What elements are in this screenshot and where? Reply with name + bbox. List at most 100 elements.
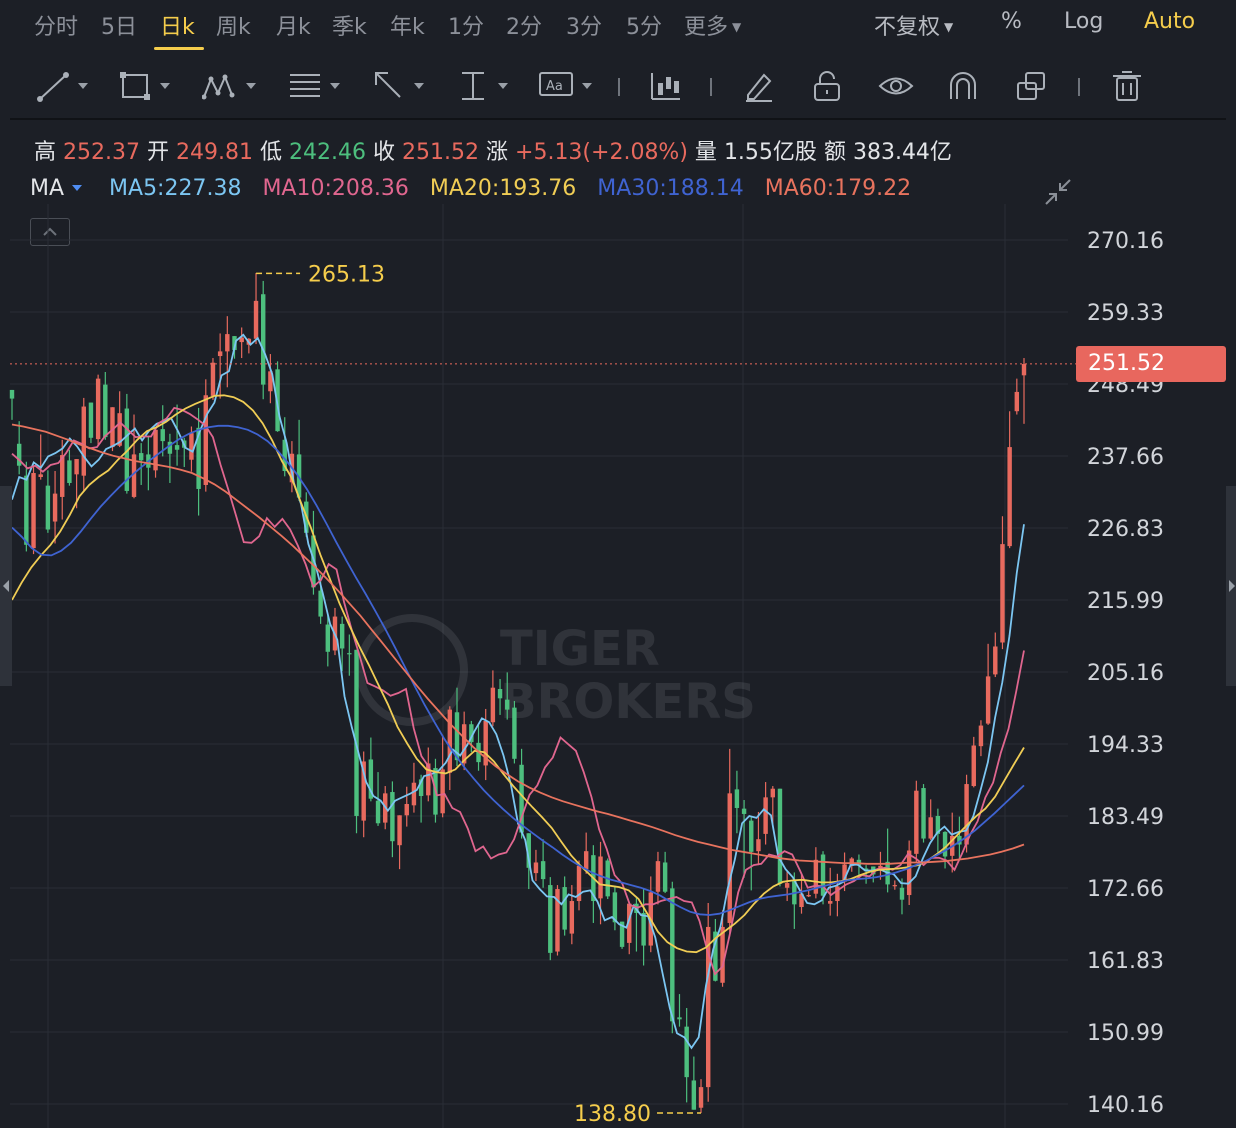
candle-body (88, 402, 94, 438)
candle (476, 724, 481, 771)
candle-body (347, 653, 352, 655)
candle-body (1014, 391, 1020, 412)
scroll-left-handle[interactable] (0, 486, 12, 686)
watermark-line2: BROKERS (500, 674, 756, 730)
candle-body (720, 926, 725, 983)
candle (203, 379, 208, 492)
y-tick-label: 183.49 (1087, 805, 1164, 830)
candle-body (569, 901, 575, 934)
candle-body (375, 800, 381, 824)
candle-body (677, 1017, 682, 1020)
candle-body (24, 475, 29, 545)
candle (512, 700, 517, 764)
candle-body (777, 788, 783, 884)
candle (1007, 411, 1012, 549)
candle (390, 781, 395, 858)
candle-body (828, 901, 833, 904)
candle (404, 786, 409, 827)
candle-body (540, 861, 546, 880)
y-tick-label: 237.66 (1087, 445, 1164, 470)
candle (569, 885, 575, 945)
candle (60, 439, 65, 520)
candle-body (67, 460, 72, 483)
candle (67, 449, 72, 486)
chevron-right-icon (1229, 580, 1235, 592)
candle-body (490, 687, 496, 723)
candle (239, 327, 244, 359)
candle (440, 734, 445, 818)
candle (296, 419, 302, 501)
candle-body (45, 485, 51, 530)
candle-body (641, 912, 646, 946)
candle-body (749, 820, 754, 852)
candle-body (914, 790, 919, 854)
candle (784, 871, 790, 902)
candle-body (763, 797, 768, 834)
max-price-label: 265.13 (308, 262, 385, 287)
candle-body (1021, 364, 1027, 376)
candle-body (899, 887, 905, 900)
candle (196, 407, 201, 516)
candle-body (354, 649, 359, 816)
candle-body (253, 300, 259, 339)
y-tick-label: 194.33 (1087, 733, 1164, 758)
candle (533, 849, 539, 882)
candle (576, 860, 582, 911)
candle-body (756, 839, 761, 852)
candle (756, 811, 761, 866)
candle (914, 780, 919, 862)
candle-body (447, 709, 453, 773)
candle (9, 389, 15, 420)
candle-body (727, 793, 732, 923)
candle (540, 839, 546, 888)
candle-body (103, 384, 108, 438)
kline-chart[interactable]: 270.16259.33248.49237.66226.83215.99205.… (0, 0, 1236, 1128)
watermark-line1: TIGER (500, 621, 660, 677)
candle (627, 903, 632, 955)
candle-body (325, 624, 331, 652)
candle (138, 443, 144, 485)
candle (634, 897, 639, 952)
candle (38, 434, 43, 480)
candle (641, 888, 646, 966)
candle-body (1000, 544, 1005, 643)
candle-body (928, 817, 933, 839)
candle-body (942, 831, 948, 857)
candle-body (1007, 447, 1012, 547)
candle-body (440, 769, 445, 814)
candle (684, 1008, 689, 1103)
candle (397, 815, 402, 870)
candle (45, 470, 51, 533)
candle (921, 784, 926, 843)
candle (103, 371, 108, 440)
candle-body (691, 1080, 697, 1110)
candle-body (9, 389, 15, 399)
candle-body (985, 676, 991, 724)
candle (95, 374, 101, 446)
candle-body (31, 473, 36, 549)
min-price-label: 138.80 (574, 1102, 651, 1127)
candle (677, 994, 682, 1027)
candle-body (820, 854, 826, 896)
candle-body (548, 885, 553, 953)
candle-body (260, 294, 266, 385)
candle-body (160, 429, 165, 442)
candle (777, 788, 783, 887)
candle-body (210, 362, 216, 396)
candle-body (397, 815, 402, 846)
candle-body (512, 707, 517, 759)
candle-body (52, 493, 58, 522)
candle-body (203, 395, 208, 485)
candle-body (698, 1087, 704, 1108)
candle (411, 762, 417, 813)
candle (562, 876, 567, 936)
candle-body (978, 725, 984, 747)
y-tick-label: 226.83 (1087, 517, 1164, 542)
y-tick-label: 270.16 (1087, 229, 1164, 254)
scroll-right-handle[interactable] (1226, 486, 1236, 686)
candle-body (921, 788, 926, 839)
candle-body (684, 1026, 689, 1078)
candle (906, 840, 912, 906)
candle (978, 720, 984, 757)
candle (591, 845, 596, 923)
